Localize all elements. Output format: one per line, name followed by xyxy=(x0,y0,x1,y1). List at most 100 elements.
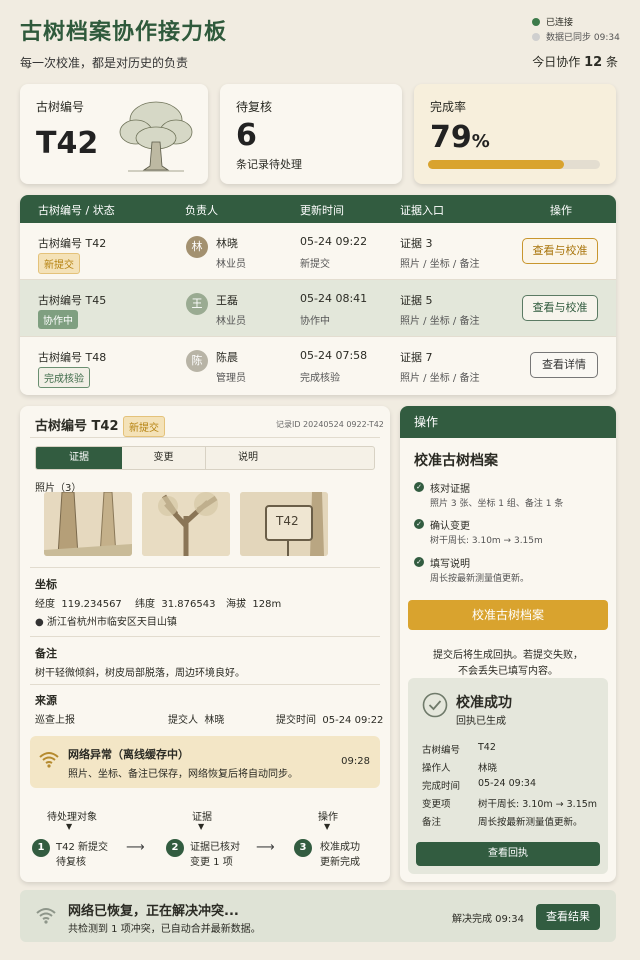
restored-title: 网络已恢复，正在解决冲突... xyxy=(68,904,239,919)
row-evidence-link[interactable]: 证据 5 xyxy=(400,292,433,308)
view-calibrate-button[interactable]: 查看与校准 xyxy=(522,238,598,264)
success-key: 完成时间 xyxy=(422,781,461,792)
detail-tabs: 证据 变更 说明 xyxy=(35,446,375,470)
tab-notes[interactable]: 说明 xyxy=(206,447,290,469)
pending-sub: 条记录待处理 xyxy=(236,158,302,171)
table-row[interactable]: 古树编号 T45 协作中 王 王磊 林业员 05-24 08:41 协作中 证据… xyxy=(20,280,616,337)
success-value: 林晓 xyxy=(478,763,498,774)
lon-value: 119.234567 xyxy=(61,599,122,610)
wifi-icon xyxy=(39,752,59,768)
success-card: 校准成功 回执已生成 古树编号 T42 操作人 林晓 完成时间 05-24 09… xyxy=(408,678,608,874)
table-row[interactable]: 古树编号 T48 完成核验 陈 陈晨 管理员 05-24 07:58 完成核验 … xyxy=(20,337,616,394)
tab-changes[interactable]: 变更 xyxy=(122,447,206,469)
success-key: 古树编号 xyxy=(422,745,461,756)
status-badge: 新提交 xyxy=(38,253,80,274)
lat-value: 31.876543 xyxy=(161,599,216,610)
arrow-down-icon: ▼ xyxy=(324,822,331,831)
table-header: 古树编号 / 状态 负责人 更新时间 证据入口 操作 xyxy=(20,195,616,223)
source-label: 来源 xyxy=(35,694,57,707)
calibrate-archive-button[interactable]: 校准古树档案 xyxy=(408,600,608,630)
submit-time-value: 05-24 09:22 xyxy=(322,715,384,726)
tab-evidence[interactable]: 证据 xyxy=(36,447,122,469)
tree-trunk-photo-icon xyxy=(44,492,132,556)
flow-step-1: T42 新提交 xyxy=(56,842,109,853)
view-receipt-button[interactable]: 查看回执 xyxy=(416,842,600,866)
table-row[interactable]: 古树编号 T42 新提交 林 林晓 林业员 05-24 09:22 新提交 证据… xyxy=(20,223,616,280)
success-value: T42 xyxy=(478,742,496,753)
ops-title: 校准古树档案 xyxy=(414,453,498,469)
arrow-right-icon: ⟶ xyxy=(256,840,275,855)
success-key: 操作人 xyxy=(422,763,451,774)
today-prefix: 今日协作 xyxy=(532,55,581,69)
flow-step-3: 校准成功 xyxy=(320,842,360,853)
success-title: 校准成功 xyxy=(456,695,512,711)
check-icon: ✓ xyxy=(414,557,424,567)
lat-label: 纬度 xyxy=(135,599,155,610)
today-collab: 今日协作 12 条 xyxy=(532,53,618,70)
offline-time: 09:28 xyxy=(341,756,370,767)
rate-unit: % xyxy=(471,131,490,152)
row-person: 王磊 xyxy=(216,294,238,307)
row-evidence-link[interactable]: 证据 7 xyxy=(400,349,433,365)
row-time: 05-24 07:58 xyxy=(300,349,368,362)
detail-status-badge: 新提交 xyxy=(123,416,165,437)
ops-step-title: 核对证据 xyxy=(430,484,470,495)
detail-title: 古树编号 T42 / xyxy=(35,419,128,434)
tree-id-label: 古树编号 xyxy=(36,100,85,114)
note-label: 备注 xyxy=(35,647,57,660)
flow-header-2: 证据 xyxy=(192,812,212,823)
network-restored-banner: 网络已恢复，正在解决冲突... 共检测到 1 项冲突，已自动合并最新数据。 解决… xyxy=(20,890,616,942)
success-value: 05-24 09:34 xyxy=(478,778,537,789)
success-check-icon xyxy=(422,692,448,718)
row-role: 林业员 xyxy=(216,259,246,270)
status-badge: 协作中 xyxy=(38,310,78,329)
row-person: 陈晨 xyxy=(216,351,238,364)
alt-label: 海拔 xyxy=(226,599,246,610)
tree-illustration-icon xyxy=(119,101,193,172)
wifi-icon xyxy=(36,908,56,924)
row-tree-id: 古树编号 T48 xyxy=(38,351,107,364)
ops-step-desc: 树干周长: 3.10m → 3.15m xyxy=(430,536,543,546)
success-sub: 回执已生成 xyxy=(456,716,506,727)
photo-thumbnail[interactable] xyxy=(142,492,230,556)
step-2-icon: 2 xyxy=(166,839,184,857)
offline-text: 照片、坐标、备注已保存，网络恢复后将自动同步。 xyxy=(68,769,298,780)
submit-time-label: 提交时间 xyxy=(276,715,316,726)
col-evidence: 证据入口 xyxy=(400,204,444,217)
connected-text: 已连接 xyxy=(546,18,574,28)
flow-step-1-sub: 待复核 xyxy=(56,857,86,868)
today-suffix: 条 xyxy=(605,55,618,69)
location-text: 浙江省杭州市临安区天目山镇 xyxy=(46,617,177,628)
check-icon: ✓ xyxy=(414,482,424,492)
ops-header: 操作 xyxy=(400,406,616,438)
row-time-sub: 协作中 xyxy=(300,316,330,327)
row-evidence-sub: 照片 / 坐标 / 备注 xyxy=(400,373,480,384)
submitter-label: 提交人 xyxy=(168,715,198,726)
flow-header-3: 操作 xyxy=(318,812,338,823)
row-time: 05-24 09:22 xyxy=(300,235,368,248)
flow-step-2: 证据已核对 xyxy=(190,842,240,853)
records-table: 古树编号 / 状态 负责人 更新时间 证据入口 操作 古树编号 T42 新提交 … xyxy=(20,195,616,395)
page-title: 古树档案协作接力板 xyxy=(20,20,228,45)
status-badge: 完成核验 xyxy=(38,367,90,388)
page-subtitle: 每一次校准，都是对历史的负责 xyxy=(20,56,189,70)
avatar: 陈 xyxy=(186,350,208,372)
row-person: 林晓 xyxy=(216,237,238,250)
view-calibrate-button[interactable]: 查看与校准 xyxy=(522,295,598,321)
pending-value: 6 xyxy=(236,118,257,153)
row-evidence-link[interactable]: 证据 3 xyxy=(400,235,433,251)
arrow-down-icon: ▼ xyxy=(198,822,205,831)
photo-thumbnail[interactable] xyxy=(44,492,132,556)
row-evidence-sub: 照片 / 坐标 / 备注 xyxy=(400,316,480,327)
view-result-button[interactable]: 查看结果 xyxy=(536,904,600,930)
avatar: 林 xyxy=(186,236,208,258)
success-key: 备注 xyxy=(422,817,442,828)
ops-step-desc: 周长按最新测量值更新。 xyxy=(430,574,530,584)
tree-id-value: T42 xyxy=(36,126,99,161)
row-role: 林业员 xyxy=(216,316,246,327)
view-details-button[interactable]: 查看详情 xyxy=(530,352,598,378)
photo-tag-text: T42 xyxy=(276,514,299,528)
success-value: 周长按最新测量值更新。 xyxy=(478,817,583,828)
restored-status: 解决完成 09:34 xyxy=(452,914,524,925)
ops-hint-1: 提交后将生成回执。若提交失败， xyxy=(433,650,583,661)
